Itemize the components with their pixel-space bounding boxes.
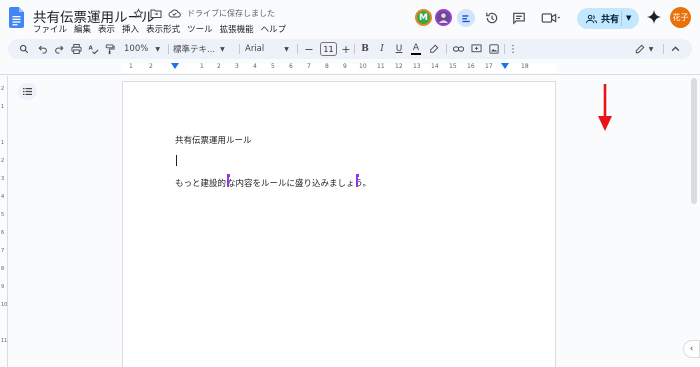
search-menus-icon[interactable] [17,42,31,56]
print-icon[interactable] [69,42,83,56]
side-panel-toggle-chevron-left-icon[interactable]: ‹ [683,340,700,358]
red-down-arrow-icon [598,84,612,131]
font-size-input[interactable]: 11 [320,42,337,56]
horizontal-ruler[interactable]: 1 2 1 2 3 4 5 6 7 8 9 10 11 12 13 14 15 … [0,62,700,75]
document-outline-button[interactable] [18,83,37,100]
font-value: Arial [245,44,265,54]
more-options-icon[interactable]: ⋮ [508,42,518,56]
menu-view[interactable]: 表示 [98,23,115,35]
menu-edit[interactable]: 編集 [74,23,91,35]
insert-image-icon[interactable] [487,42,501,56]
menu-tools[interactable]: ツール [187,23,213,35]
list-icon [23,88,32,95]
redo-icon[interactable] [52,42,66,56]
menu-bar: ファイル 編集 表示 挿入 表示形式 ツール 拡張機能 ヘルプ [33,23,286,35]
menu-help[interactable]: ヘルプ [261,23,287,35]
menu-insert[interactable]: 挿入 [122,23,139,35]
insert-link-icon[interactable] [451,42,465,56]
star-icon[interactable] [131,6,145,20]
editing-mode-dropdown[interactable]: ▼ [631,42,657,56]
collaborator-cursor [356,176,358,187]
paint-format-icon[interactable] [103,42,117,56]
scrollbar-thumb[interactable] [691,78,697,204]
document-heading-line[interactable]: 共有伝票運用ルール [175,134,252,146]
undo-icon[interactable] [36,42,50,56]
share-button[interactable]: 共有 ▼ [577,8,639,29]
comments-icon[interactable] [511,10,527,26]
share-label: 共有 [601,15,620,25]
gemini-sparkle-icon[interactable] [646,9,662,25]
increase-font-size-icon[interactable]: + [340,42,352,56]
document-page[interactable]: 共有伝票運用ルール もっと建設的な内容をルールに盛り込みましょう。 [122,81,556,367]
zoom-value: 100% [124,44,149,54]
version-history-icon[interactable] [484,10,500,26]
zoom-dropdown[interactable]: 100% ▼ [124,42,160,56]
share-dropdown-icon[interactable]: ▼ [626,14,631,22]
chevron-down-icon: ▼ [648,45,654,53]
formatting-toolbar: A 100% ▼ 標準テキ... ▼ Arial ▼ − 11 + B I U … [8,39,692,59]
menu-extensions[interactable]: 拡張機能 [220,23,254,35]
collaborator-cursor-flag [227,174,230,177]
left-indent-marker-icon[interactable] [171,63,179,69]
add-comment-icon[interactable] [469,42,483,56]
svg-text:A: A [88,45,93,51]
cloud-saved-icon[interactable] [167,6,181,20]
italic-icon[interactable]: I [376,42,388,56]
move-folder-icon[interactable] [149,6,163,20]
collaborator-avatar-photo[interactable] [435,9,452,26]
underline-icon[interactable]: U [393,42,405,56]
bold-icon[interactable]: B [359,42,371,56]
collaborator-cursor-flag [356,174,359,177]
decrease-font-size-icon[interactable]: − [303,42,315,56]
vertical-ruler[interactable]: 2 1 1 2 3 4 5 6 7 8 9 10 11 [0,76,8,367]
chevron-down-icon: ▼ [284,45,289,53]
google-docs-logo-icon[interactable] [9,7,24,28]
paragraph-style-value: 標準テキ... [173,45,216,55]
spell-check-icon[interactable]: A [86,42,100,56]
save-status: ドライブに保存しました [187,8,275,18]
collaborator-cursor [227,176,229,187]
account-avatar[interactable]: 花子 [670,7,691,28]
paragraph-style-dropdown[interactable]: 標準テキ... ▼ [173,42,225,56]
meet-icon[interactable] [539,10,563,26]
collaborator-avatar-m[interactable]: M [415,9,432,26]
font-dropdown[interactable]: Arial ▼ [245,42,289,56]
chevron-down-icon: ▼ [220,45,225,53]
right-indent-marker-icon[interactable] [501,63,509,69]
chevron-down-icon: ▼ [155,45,160,53]
present-chat-icon[interactable] [457,9,475,27]
text-cursor [176,155,178,166]
highlight-color-icon[interactable] [428,42,440,56]
hide-menus-chevron-up-icon[interactable] [669,42,681,56]
text-color-icon[interactable]: A [410,42,422,56]
document-body-line[interactable]: もっと建設的な内容をルールに盛り込みましょう。 [175,177,371,189]
menu-format[interactable]: 表示形式 [146,23,180,35]
menu-file[interactable]: ファイル [33,23,67,35]
